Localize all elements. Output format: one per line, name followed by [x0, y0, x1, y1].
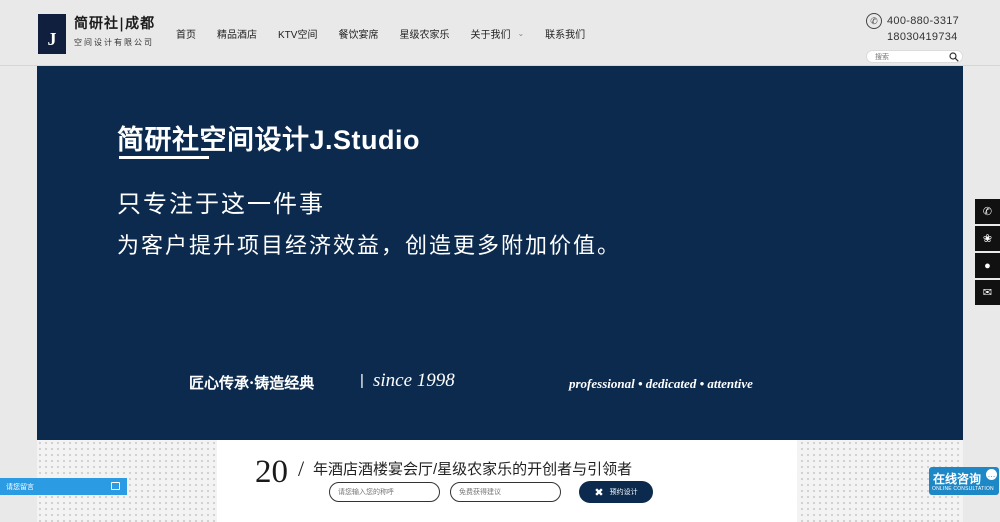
- consult-title: 在线咨询: [933, 472, 982, 486]
- banner-title: 简研社空间设计J.Studio: [117, 125, 420, 155]
- consult-subtitle: ONLINE CONSULTATION: [932, 486, 994, 492]
- logo[interactable]: J 简研社|成都 空间设计有限公司: [38, 14, 155, 54]
- search-box: [866, 50, 963, 63]
- nav-item-farmhouse[interactable]: 星级农家乐: [399, 26, 449, 41]
- nav-item-dining[interactable]: 餐饮宴席: [338, 26, 378, 41]
- tools-icon: ✖: [594, 486, 604, 499]
- banner-since: since 1998: [373, 370, 455, 391]
- nav-item-about[interactable]: 关于我们 ⌄: [470, 26, 524, 41]
- wechat-icon: ✉: [982, 287, 993, 299]
- banner-slogan-2: 为客户提升项目经济效益，创造更多附加价值。: [117, 233, 622, 258]
- phone-mobile: 18030419734: [887, 31, 958, 43]
- phone-icon: ✆: [982, 206, 993, 218]
- book-design-button[interactable]: ✖ 预约设计: [579, 481, 653, 503]
- hero-banner: 简研社空间设计J.Studio 只专注于这一件事 为客户提升项目经济效益，创造更…: [37, 66, 963, 440]
- logo-name: 简研社|成都: [74, 16, 156, 32]
- nav-item-label: 关于我们: [470, 30, 511, 41]
- banner-title-underline: [119, 156, 209, 159]
- consult-strip: 20 / 年酒店酒楼宴会厅/星级农家乐的开创者与引领者 ✖ 预约设计: [37, 440, 963, 522]
- nav-item-home[interactable]: 首页: [176, 26, 196, 41]
- side-toolbar: ✆ ❀ ● ✉: [975, 199, 1000, 307]
- chevron-down-icon: ⌄: [517, 29, 525, 38]
- qq-icon: ●: [984, 259, 991, 272]
- nav-item-label: 联系我们: [545, 30, 586, 41]
- search-icon[interactable]: [949, 52, 959, 62]
- nav-item-boutique-hotel[interactable]: 精品酒店: [217, 26, 257, 41]
- side-wechat-button[interactable]: ✉: [975, 280, 1000, 305]
- banner-separator: |: [360, 372, 364, 389]
- side-paw-button[interactable]: ❀: [975, 226, 1000, 251]
- side-phone-button[interactable]: ✆: [975, 199, 1000, 224]
- page: J 简研社|成都 空间设计有限公司 首页 精品酒店 KTV空间 餐饮宴席 星级农…: [0, 0, 1000, 522]
- logo-mark: J: [38, 14, 66, 54]
- name-input[interactable]: [329, 482, 440, 502]
- nav-item-ktv[interactable]: KTV空间: [278, 26, 317, 41]
- side-qq-button[interactable]: ●: [975, 253, 1000, 278]
- years-slash: /: [298, 456, 305, 481]
- chat-bubble-icon: …: [986, 469, 997, 480]
- leave-message-tab[interactable]: 请您留言: [0, 478, 127, 495]
- nav-item-label: 首页: [176, 30, 196, 41]
- banner-motto: 匠心传承·铸造经典: [189, 374, 315, 392]
- years-number: 20: [255, 454, 288, 490]
- header: J 简研社|成都 空间设计有限公司 首页 精品酒店 KTV空间 餐饮宴席 星级农…: [0, 0, 1000, 66]
- banner-slogan-1: 只专注于这一件事: [117, 191, 325, 218]
- nav-item-label: 星级农家乐: [399, 30, 450, 41]
- banner-tagline: professional • dedicated • attentive: [569, 376, 753, 391]
- paw-icon: ❀: [982, 233, 993, 245]
- main-nav: 首页 精品酒店 KTV空间 餐饮宴席 星级农家乐 关于我们 ⌄ 联系我们: [176, 26, 606, 41]
- nav-item-label: 餐饮宴席: [338, 30, 379, 41]
- message-window-icon: [111, 482, 120, 490]
- nav-item-label: KTV空间: [278, 30, 318, 41]
- phone-icon: ✆: [866, 13, 882, 29]
- book-design-label: 预约设计: [609, 489, 638, 496]
- online-consult-button[interactable]: 在线咨询 ONLINE CONSULTATION …: [929, 467, 999, 495]
- phone-hotline: 400-880-3317: [887, 15, 960, 27]
- advice-input[interactable]: [450, 482, 561, 502]
- search-input[interactable]: [875, 52, 945, 62]
- logo-text: 简研社|成都 空间设计有限公司: [74, 14, 155, 48]
- strip-headline: 年酒店酒楼宴会厅/星级农家乐的开创者与引领者: [313, 461, 633, 478]
- logo-subtitle: 空间设计有限公司: [74, 38, 154, 47]
- leave-message-label: 请您留言: [6, 483, 34, 491]
- nav-item-label: 精品酒店: [217, 30, 257, 41]
- nav-item-contact[interactable]: 联系我们: [545, 26, 585, 41]
